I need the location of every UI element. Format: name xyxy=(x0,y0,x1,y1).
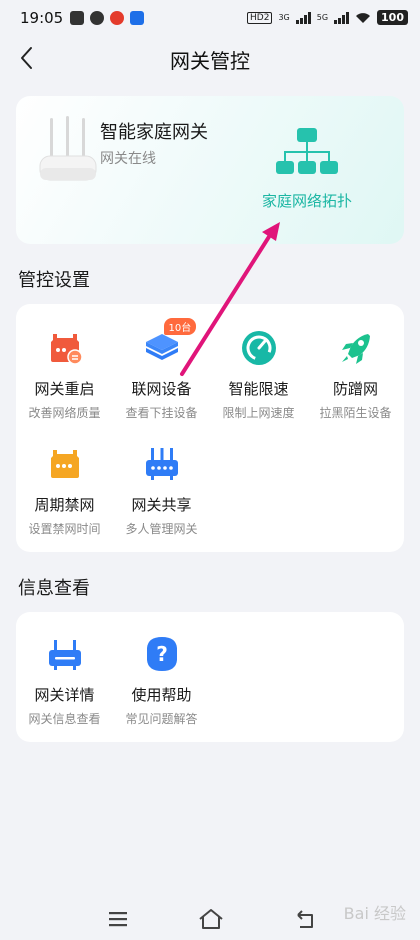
svg-text:?: ? xyxy=(156,642,168,666)
system-indicators: HD2 3G 5G 100 xyxy=(247,10,408,25)
item-subtitle: 拉黑陌生设备 xyxy=(319,406,392,420)
gateway-restart-item[interactable]: 网关重启 改善网络质量 xyxy=(16,328,113,421)
hd-indicator: HD2 xyxy=(247,11,273,24)
shield-notification-icon xyxy=(70,11,84,25)
gateway-status: 网关在线 xyxy=(100,151,156,167)
item-label: 网关共享 xyxy=(131,496,192,514)
device-count-badge: 10台 xyxy=(163,318,197,335)
weibo-notification-icon xyxy=(110,11,124,25)
help-icon: ? xyxy=(146,637,177,671)
connected-devices-item[interactable]: 10台 联网设备 查看下挂设备 xyxy=(113,318,210,421)
item-label: 使用帮助 xyxy=(131,686,192,704)
topology-icon xyxy=(276,128,338,174)
item-subtitle: 限制上网速度 xyxy=(222,406,295,420)
item-label: 网关详情 xyxy=(34,686,95,704)
signal-3g-label: 3G xyxy=(278,13,290,22)
router-image-icon xyxy=(39,116,97,181)
scheduled-block-item[interactable]: 周期禁网 设置禁网时间 xyxy=(16,444,113,537)
app-notification-icon xyxy=(130,11,144,25)
router-share-icon xyxy=(145,448,178,480)
router-info-icon xyxy=(48,640,81,670)
status-bar: 19:05 HD2 3G 5G 100 xyxy=(0,0,420,36)
battery-indicator: 100 xyxy=(377,10,408,25)
signal-icon xyxy=(295,11,311,24)
help-item[interactable]: ? 使用帮助 常见问题解答 xyxy=(113,634,210,727)
gateway-share-item[interactable]: 网关共享 多人管理网关 xyxy=(113,444,210,537)
header: 网关管控 xyxy=(0,36,420,82)
item-label: 周期禁网 xyxy=(34,496,95,514)
item-label: 智能限速 xyxy=(228,380,289,398)
signal-5g-label: 5G xyxy=(316,13,329,22)
gateway-card[interactable]: 智能家庭网关 网关在线 家庭网络拓扑 xyxy=(16,96,404,244)
speed-limit-item[interactable]: 智能限速 限制上网速度 xyxy=(210,328,307,421)
page-title: 网关管控 xyxy=(170,49,250,73)
item-label: 防蹭网 xyxy=(332,380,378,398)
router-schedule-icon xyxy=(50,450,79,478)
gateway-details-item[interactable]: 网关详情 网关信息查看 xyxy=(16,634,113,727)
speedometer-icon xyxy=(241,331,276,365)
rocket-icon xyxy=(341,334,370,364)
menu-icon[interactable] xyxy=(103,907,133,931)
anti-leech-item[interactable]: 防蹭网 拉黑陌生设备 xyxy=(307,328,404,421)
gateway-name: 智能家庭网关 xyxy=(100,122,208,143)
item-subtitle: 改善网络质量 xyxy=(28,406,101,420)
control-section-title: 管控设置 xyxy=(18,270,90,291)
network-topology-button[interactable]: 家庭网络拓扑 xyxy=(242,126,372,211)
watermark: Bai 经验 xyxy=(343,904,406,923)
home-icon[interactable] xyxy=(196,907,226,931)
topology-label: 家庭网络拓扑 xyxy=(261,192,352,210)
item-label: 联网设备 xyxy=(131,380,192,398)
item-subtitle: 网关信息查看 xyxy=(28,712,101,726)
info-panel: 网关详情 网关信息查看 ? 使用帮助 常见问题解答 xyxy=(16,612,404,742)
item-subtitle: 多人管理网关 xyxy=(125,522,198,536)
notification-icons xyxy=(70,11,144,25)
chat-notification-icon xyxy=(90,11,104,25)
info-section-title: 信息查看 xyxy=(18,578,90,599)
router-restart-icon xyxy=(50,334,83,365)
item-subtitle: 常见问题解答 xyxy=(125,712,198,726)
status-time: 19:05 xyxy=(20,9,64,27)
wifi-icon xyxy=(356,12,371,23)
control-panel: 网关重启 改善网络质量 10台 联网设备 查看下挂设备 智能限速 限制上网速度 xyxy=(16,304,404,552)
back-icon[interactable] xyxy=(290,907,320,931)
item-subtitle: 设置禁网时间 xyxy=(28,522,101,536)
signal-icon-2 xyxy=(334,11,350,24)
item-label: 网关重启 xyxy=(34,380,95,398)
item-subtitle: 查看下挂设备 xyxy=(125,406,198,420)
